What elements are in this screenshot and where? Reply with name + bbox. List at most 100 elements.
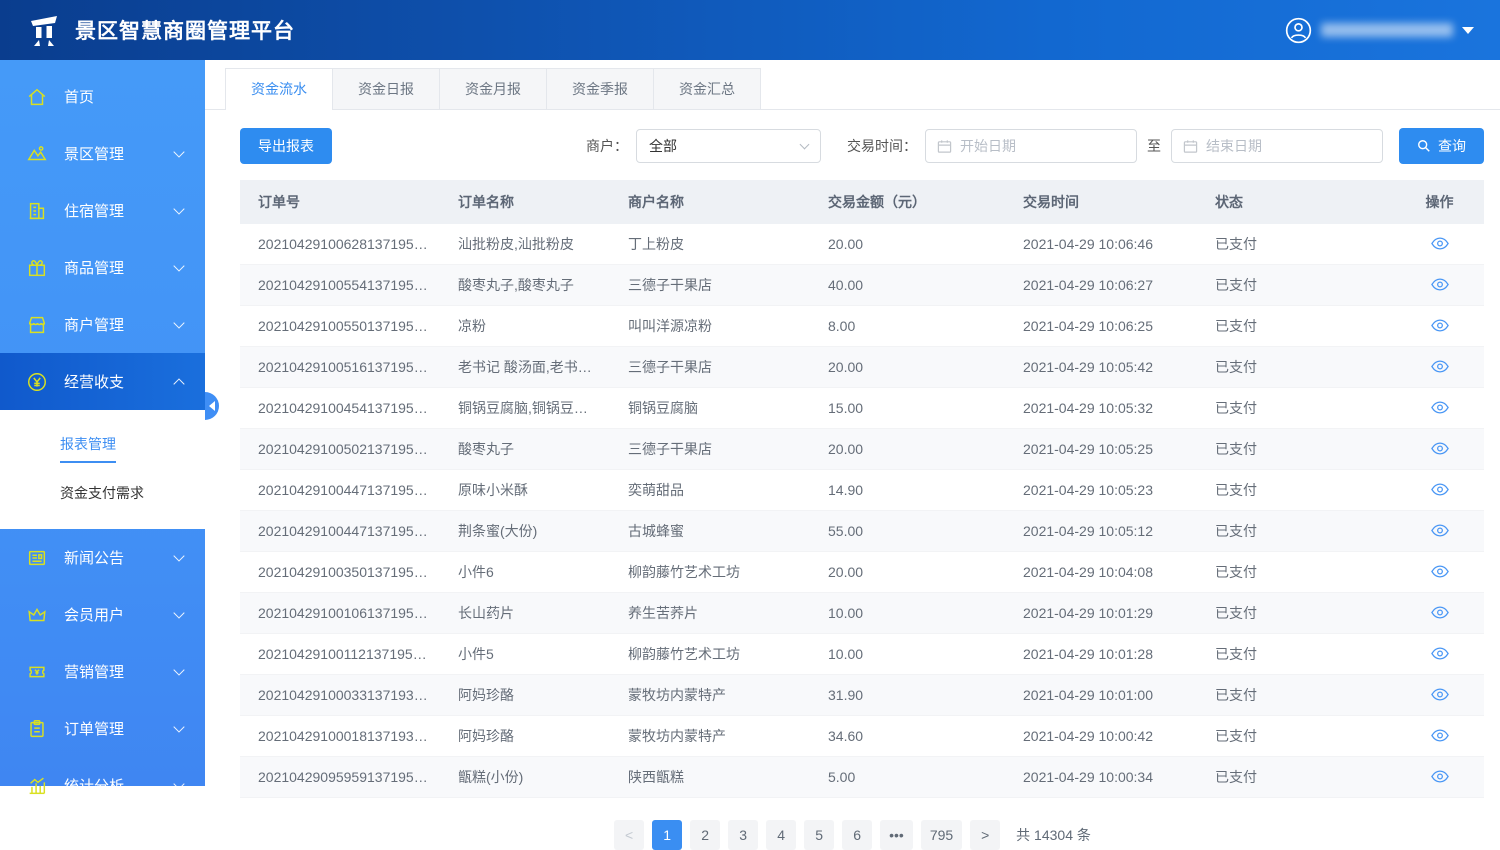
amount-cell: 34.60 [810,716,1005,757]
table-row: 202104291003501371958361小件6柳韵藤竹艺术工坊20.00… [240,552,1484,593]
submenu-item-fund-payment[interactable]: 资金支付需求 [0,473,205,513]
sidebar-item-lodging[interactable]: 住宿管理 [0,182,205,239]
sidebar-item-home[interactable]: 首页 [0,68,205,125]
time-cell: 2021-04-29 10:05:23 [1005,470,1197,511]
view-detail-button[interactable] [1429,604,1451,621]
sidebar-item-scenic[interactable]: 景区管理 [0,125,205,182]
end-date-input[interactable]: 结束日期 [1171,129,1383,163]
order-name-cell: 阿妈珍酪 [440,675,610,716]
order-name-cell: 酸枣丸子,酸枣丸子 [440,265,610,306]
table-row: 202104291000331371931025阿妈珍酪蒙牧坊内蒙特产31.90… [240,675,1484,716]
order-no-cell: 202104290959591371955751 [240,757,440,798]
page-ellipsis-button[interactable]: ••• [880,820,913,850]
view-detail-button[interactable] [1429,440,1451,457]
page-button-5[interactable]: 5 [804,820,834,850]
view-detail-button[interactable] [1429,768,1451,785]
status-cell: 已支付 [1197,224,1409,265]
tab-fund-summary[interactable]: 资金汇总 [653,68,761,109]
page-button-2[interactable]: 2 [690,820,720,850]
sidebar-item-revenue[interactable]: 经营收支 [0,353,205,410]
collapse-arrow-icon [209,401,215,411]
view-detail-button[interactable] [1429,727,1451,744]
order-no-cell: 202104291006281371955735 [240,224,440,265]
merchant-name-cell: 三德子干果店 [610,429,810,470]
col-merchant-name: 商户名称 [610,180,810,224]
export-report-button[interactable]: 导出报表 [240,128,332,164]
sidebar-item-goods[interactable]: 商品管理 [0,239,205,296]
tab-fund-flow[interactable]: 资金流水 [225,68,333,110]
sidebar-item-news[interactable]: 新闻公告 [0,529,205,586]
view-detail-button[interactable] [1429,686,1451,703]
time-cell: 2021-04-29 10:06:46 [1005,224,1197,265]
page-button-1[interactable]: 1 [652,820,682,850]
chevron-up-icon [173,378,184,389]
page-button-795[interactable]: 795 [921,820,962,850]
action-cell [1409,265,1484,306]
eye-icon [1431,442,1449,455]
start-date-input[interactable]: 开始日期 [925,129,1137,163]
merchant-name-cell: 陕西甑糕 [610,757,810,798]
order-no-cell: 202104291001121371958361 [240,634,440,675]
sidebar-item-marketing[interactable]: 营销管理 [0,643,205,700]
eye-icon [1431,483,1449,496]
pagination-total: 共 14304 条 [1016,825,1091,845]
order-no-cell: 202104291004471371955889 [240,511,440,552]
search-button[interactable]: 查询 [1399,128,1484,164]
filter-bar: 导出报表 商户： 全部 交易时间： 开始日期 至 结束日期 [205,110,1500,178]
merchant-select[interactable]: 全部 [636,129,821,163]
sidebar-item-label: 首页 [64,86,94,107]
amount-cell: 14.90 [810,470,1005,511]
table-row: 202104291004471371955889荆条蜜(大份)古城蜂蜜55.00… [240,511,1484,552]
view-detail-button[interactable] [1429,317,1451,334]
tab-fund-monthly[interactable]: 资金月报 [439,68,547,109]
username-redacted [1321,23,1453,37]
sidebar-item-order[interactable]: 订单管理 [0,700,205,757]
user-menu[interactable] [1285,17,1474,44]
page-button-4[interactable]: 4 [766,820,796,850]
crown-icon [26,604,48,626]
sidebar-item-label: 景区管理 [64,143,124,164]
view-detail-button[interactable] [1429,235,1451,252]
sidebar-item-member[interactable]: 会员用户 [0,586,205,643]
table-row: 202104291001121371958361小件5柳韵藤竹艺术工坊10.00… [240,634,1484,675]
next-page-button[interactable]: > [970,820,1000,850]
view-detail-button[interactable] [1429,276,1451,293]
view-detail-button[interactable] [1429,481,1451,498]
amount-cell: 8.00 [810,306,1005,347]
time-cell: 2021-04-29 10:06:27 [1005,265,1197,306]
view-detail-button[interactable] [1429,522,1451,539]
eye-icon [1431,565,1449,578]
page-button-3[interactable]: 3 [728,820,758,850]
amount-cell: 20.00 [810,224,1005,265]
status-cell: 已支付 [1197,470,1409,511]
order-name-cell: 小件6 [440,552,610,593]
view-detail-button[interactable] [1429,358,1451,375]
view-detail-button[interactable] [1429,645,1451,662]
status-cell: 已支付 [1197,634,1409,675]
eye-icon [1431,237,1449,250]
view-detail-button[interactable] [1429,399,1451,416]
submenu-item-report-management[interactable]: 报表管理 [0,424,205,473]
calendar-icon [1183,139,1198,154]
action-cell [1409,347,1484,388]
col-time: 交易时间 [1005,180,1197,224]
chevron-down-icon [173,721,184,732]
merchant-name-cell: 古城蜂蜜 [610,511,810,552]
action-cell [1409,593,1484,634]
sidebar-item-merchant[interactable]: 商户管理 [0,296,205,353]
status-cell: 已支付 [1197,265,1409,306]
clipboard-icon [26,718,48,740]
prev-page-button[interactable]: < [614,820,644,850]
merchant-name-cell: 柳韵藤竹艺术工坊 [610,634,810,675]
merchant-name-cell: 叫叫洋源凉粉 [610,306,810,347]
time-cell: 2021-04-29 10:01:29 [1005,593,1197,634]
tab-fund-daily[interactable]: 资金日报 [332,68,440,109]
news-icon [26,547,48,569]
order-name-cell: 凉粉 [440,306,610,347]
page-button-6[interactable]: 6 [842,820,872,850]
col-amount: 交易金额（元） [810,180,1005,224]
view-detail-button[interactable] [1429,563,1451,580]
submenu-item-label: 报表管理 [60,434,116,463]
tab-fund-quarterly[interactable]: 资金季报 [546,68,654,109]
time-filter-label: 交易时间： [847,136,917,156]
